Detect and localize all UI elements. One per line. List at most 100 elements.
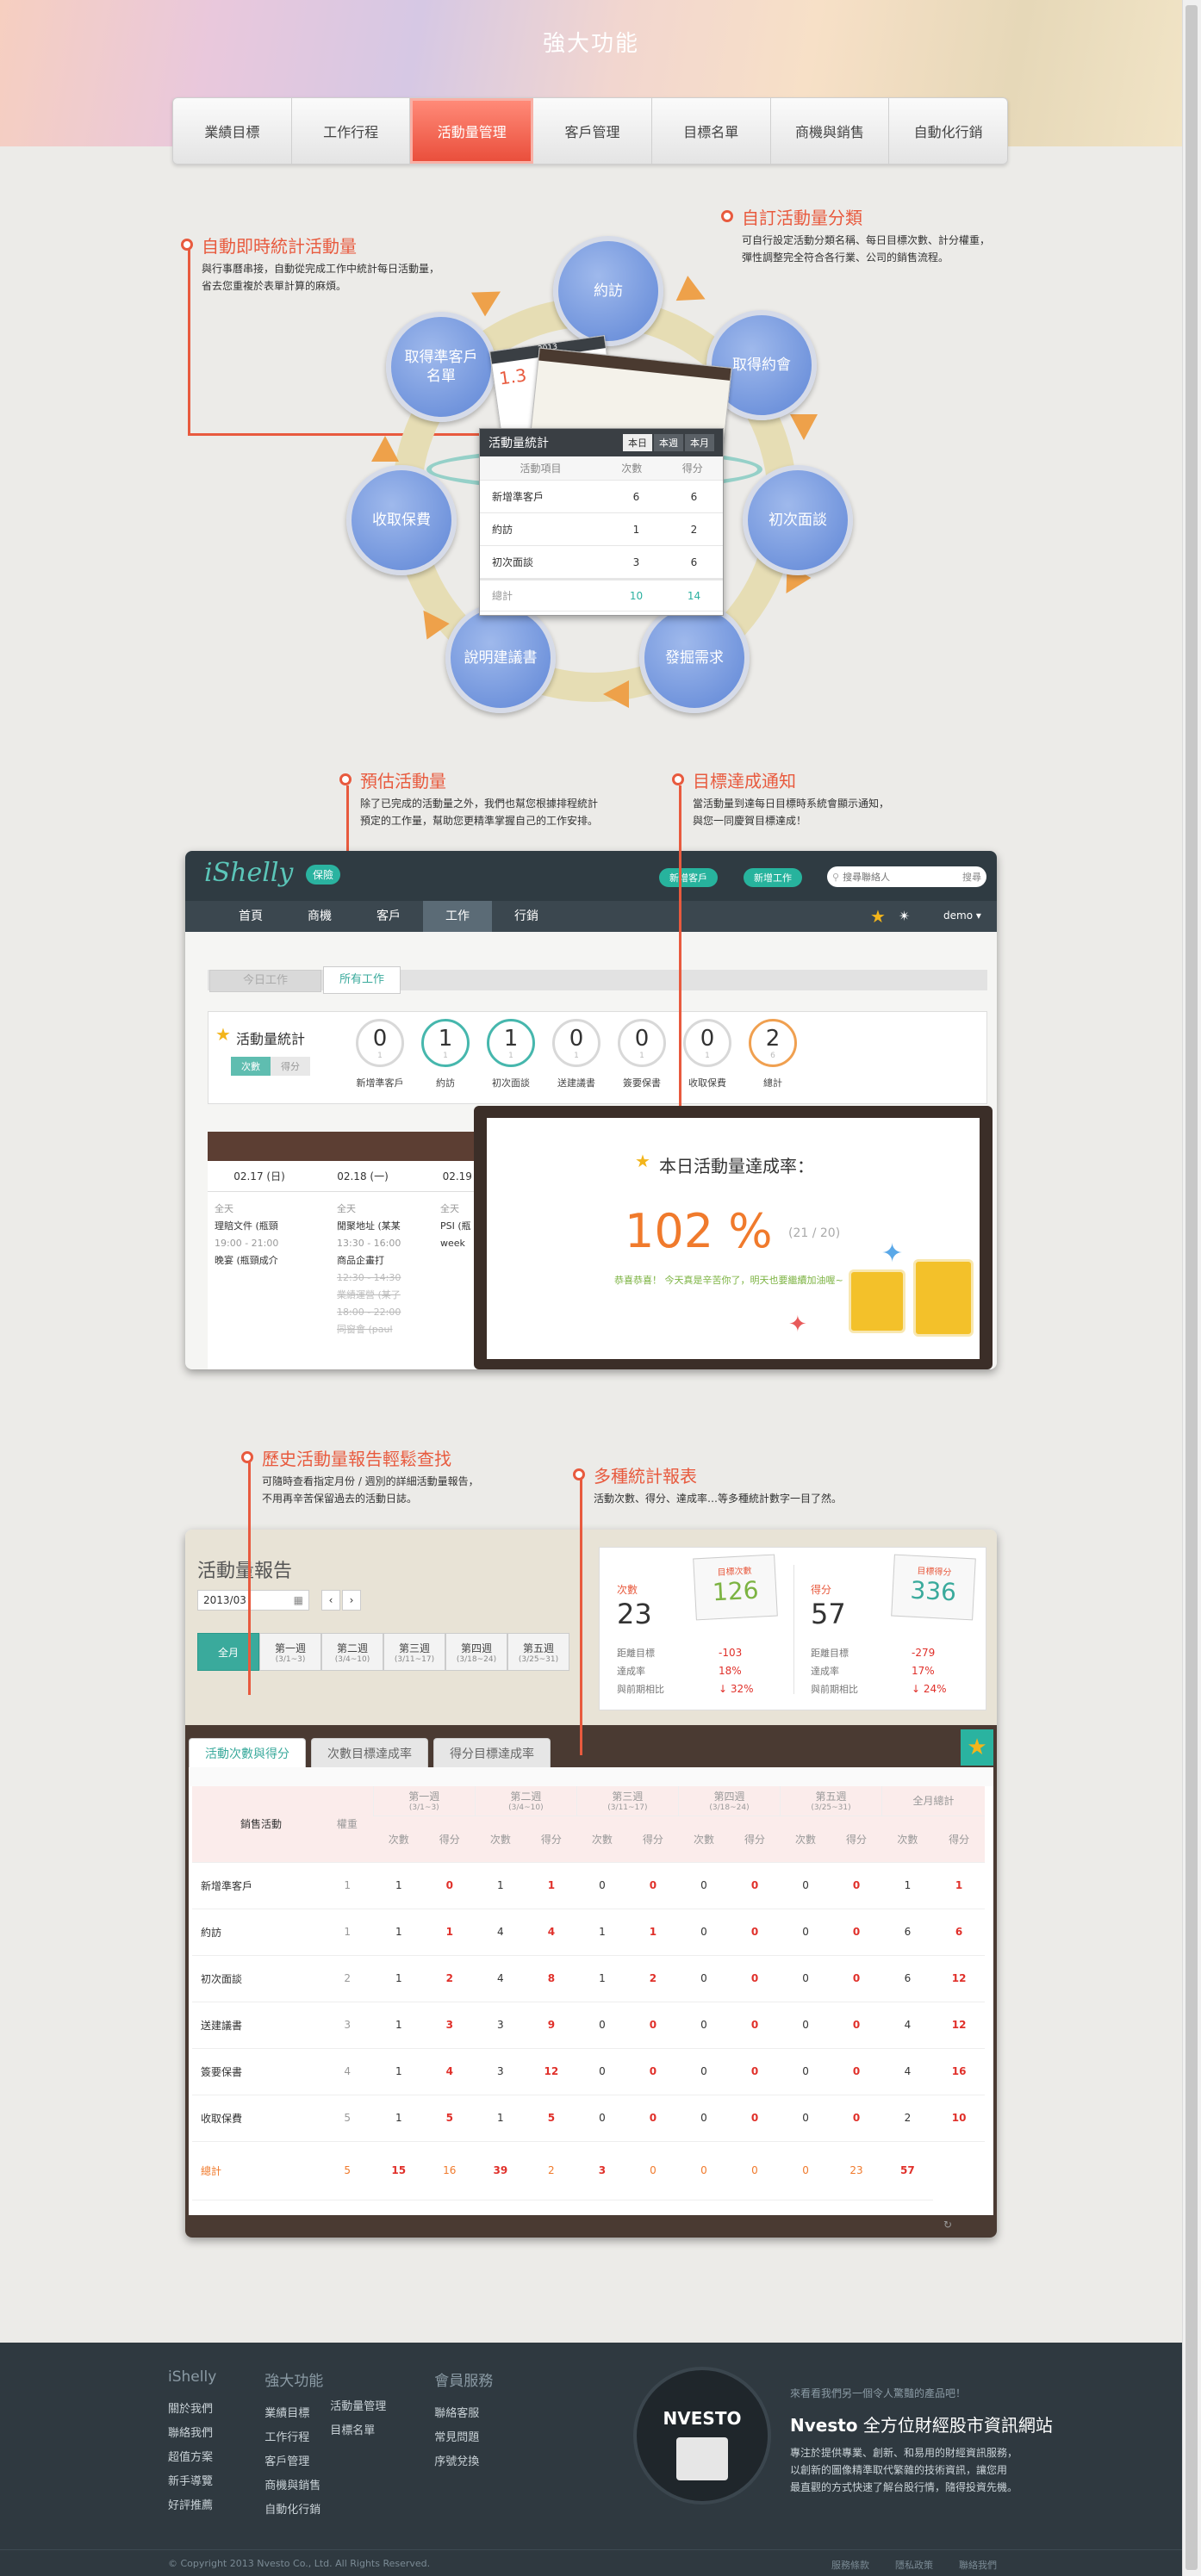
callout-dot bbox=[672, 773, 684, 785]
nav-item-3[interactable]: 工作 bbox=[423, 901, 492, 932]
sparkle-icon: ✦ bbox=[788, 1312, 807, 1338]
link-terms[interactable]: 服務條款 bbox=[831, 2558, 869, 2572]
activity-counter: 0 1 收取保費 bbox=[682, 1019, 732, 1089]
arrow-icon bbox=[371, 436, 399, 462]
tab-count-score[interactable]: 活動次數與得分 bbox=[189, 1738, 306, 1767]
tab-0[interactable]: 業績目標 bbox=[173, 98, 292, 164]
scrollbar-thumb[interactable] bbox=[1185, 5, 1198, 2570]
tab-score-rate[interactable]: 得分目標達成率 bbox=[433, 1738, 551, 1767]
section1-right-title: 自訂活動量分類 bbox=[742, 208, 862, 228]
search-button[interactable]: 搜尋 bbox=[962, 870, 981, 884]
footer-link[interactable]: 商機與銷售 bbox=[264, 2474, 323, 2498]
toggle-count[interactable]: 次數 bbox=[231, 1057, 271, 1076]
callout-dot bbox=[721, 210, 733, 222]
panel-total-row: 總計 10 14 bbox=[480, 579, 723, 611]
achievement-rate: 102 % bbox=[625, 1204, 773, 1258]
nav-item-4[interactable]: 行銷 bbox=[492, 901, 561, 932]
footer-link[interactable]: 好評推薦 bbox=[168, 2494, 216, 2518]
footer-link[interactable]: 工作行程 bbox=[264, 2426, 323, 2450]
section2-right-text: 當活動量到達每日目標時系統會顯示通知， 與您一同慶賀目標達成！ bbox=[693, 798, 890, 827]
footer-link[interactable]: 活動量管理 bbox=[330, 2395, 386, 2419]
star-badge: ★ bbox=[961, 1729, 993, 1766]
link-privacy[interactable]: 隱私政策 bbox=[895, 2558, 933, 2572]
arrow-icon bbox=[675, 276, 712, 312]
phone-screenshot bbox=[676, 2437, 728, 2480]
footer-link[interactable]: 客戶管理 bbox=[264, 2450, 323, 2474]
tab-6[interactable]: 自動化行銷 bbox=[889, 98, 1007, 164]
footer-col: 會員服務 聯絡客服 常見問題 序號兌換 bbox=[434, 2368, 493, 2523]
tab-count-rate[interactable]: 次數目標達成率 bbox=[311, 1738, 428, 1767]
activity-counter: 2 6 總計 bbox=[748, 1019, 798, 1089]
arrow-icon bbox=[790, 414, 818, 440]
tab-4[interactable]: 目標名單 bbox=[652, 98, 771, 164]
tab-3[interactable]: 客戶管理 bbox=[533, 98, 652, 164]
week-button-5[interactable]: 第五週 (3/25~31) bbox=[507, 1633, 569, 1671]
section1-left-title: 自動即時統計活動量 bbox=[202, 236, 357, 257]
section3-left-text: 可隨時查看指定月份 / 週別的詳細活動量報告， 不用再辛苦保留過去的活動日誌。 bbox=[262, 1475, 479, 1505]
week-button-4[interactable]: 第四週 (3/18~24) bbox=[445, 1633, 507, 1671]
refresh-icon[interactable]: ↻ bbox=[943, 2219, 952, 2231]
user-menu[interactable]: demo ▾ bbox=[943, 909, 981, 922]
sparkle-icon: ✦ bbox=[881, 1238, 904, 1269]
star-icon[interactable]: ★ bbox=[870, 906, 886, 927]
toggle-month[interactable]: 本月 bbox=[685, 434, 714, 451]
table-total-row: 總計 5 15 16 39 2 3 0 0 0 0 23 57 bbox=[192, 2141, 985, 2200]
app-logo[interactable]: iShelly bbox=[204, 858, 293, 888]
cycle-node-appointment-call: 約訪 bbox=[553, 236, 663, 346]
tab-1[interactable]: 工作行程 bbox=[292, 98, 411, 164]
panel-row: 新增準客戶 6 6 bbox=[480, 481, 723, 513]
callout-dot bbox=[241, 1451, 253, 1463]
footer-link[interactable]: 超值方案 bbox=[168, 2446, 216, 2470]
nav-item-2[interactable]: 客戶 bbox=[354, 901, 423, 932]
col-weight: 權重 bbox=[321, 1786, 374, 1863]
promo-title: Nvesto 全方位財經股市資訊網站 bbox=[790, 2415, 1053, 2436]
cycle-node-first-meeting: 初次面談 bbox=[743, 465, 853, 575]
footer-link[interactable]: 關於我們 bbox=[168, 2398, 216, 2422]
section3-right-text: 活動次數、得分、達成率…等多種統計數字一目了然。 bbox=[594, 1493, 843, 1505]
next-button[interactable]: › bbox=[342, 1590, 361, 1611]
beer-mug-icon bbox=[913, 1259, 974, 1337]
link-contact[interactable]: 聯絡我們 bbox=[959, 2558, 997, 2572]
footer-link[interactable]: 聯絡客服 bbox=[434, 2402, 493, 2426]
footer-link[interactable]: 常見問題 bbox=[434, 2426, 493, 2450]
tab-all-work[interactable]: 所有工作 bbox=[323, 966, 401, 994]
add-client-button[interactable]: 新增客戶 bbox=[659, 868, 718, 887]
panel-row: 約訪 1 2 bbox=[480, 513, 723, 546]
table-row: 新增準客戶 1 1 0 1 1 0 0 0 0 0 0 1 1 bbox=[192, 1862, 985, 1909]
arrow-icon bbox=[471, 279, 507, 317]
nav-item-1[interactable]: 商機 bbox=[285, 901, 354, 932]
toggle-week[interactable]: 本週 bbox=[654, 434, 683, 451]
add-work-button[interactable]: 新增工作 bbox=[744, 868, 802, 887]
total-count: 23 bbox=[617, 1598, 652, 1630]
footer-link[interactable]: 序號兌換 bbox=[434, 2450, 493, 2474]
prev-button[interactable]: ‹ bbox=[321, 1590, 340, 1611]
search-input[interactable] bbox=[843, 871, 938, 883]
cycle-node-proposal: 說明建議書 bbox=[445, 603, 556, 713]
toggle-day[interactable]: 本日 bbox=[623, 434, 652, 451]
footer-link[interactable]: 自動化行銷 bbox=[264, 2498, 323, 2523]
callout-dot bbox=[573, 1468, 585, 1480]
footer-link[interactable]: 聯絡我們 bbox=[168, 2422, 216, 2446]
nav-item-0[interactable]: 首頁 bbox=[216, 901, 285, 932]
star-icon: ★ bbox=[215, 1024, 231, 1045]
hero-title: 強大功能 bbox=[542, 31, 639, 57]
tab-today-work[interactable]: 今日工作 bbox=[209, 970, 321, 992]
footprint-icon[interactable]: ✴ bbox=[899, 908, 910, 924]
footer-link[interactable]: 新手導覽 bbox=[168, 2470, 216, 2494]
week-button-3[interactable]: 第三週 (3/11~17) bbox=[383, 1633, 445, 1671]
copyright: © Copyright 2013 Nvesto Co., Ltd. All Ri… bbox=[168, 2558, 431, 2569]
footer-link[interactable]: 目標名單 bbox=[330, 2419, 386, 2443]
report-title: 活動量報告 bbox=[197, 1561, 293, 1582]
tab-5[interactable]: 商機與銷售 bbox=[771, 98, 890, 164]
month-picker[interactable]: 2013/03 ▦ bbox=[197, 1590, 309, 1611]
toggle-score[interactable]: 得分 bbox=[271, 1057, 310, 1076]
star-icon: ★ bbox=[635, 1151, 650, 1171]
tab-2[interactable]: 活動量管理 bbox=[410, 98, 534, 164]
app-nav: 首頁 商機 客戶 工作 行銷 ★ ✴ demo ▾ bbox=[185, 901, 997, 932]
table-row: 簽要保書 4 1 4 3 12 0 0 0 0 0 0 4 16 bbox=[192, 2048, 985, 2095]
footer-link[interactable]: 業績目標 bbox=[264, 2402, 323, 2426]
counter-label: 初次面談 bbox=[492, 1077, 530, 1089]
week-button-1[interactable]: 第一週 (3/1~3) bbox=[259, 1633, 321, 1671]
week-button-2[interactable]: 第二週 (3/4~10) bbox=[321, 1633, 383, 1671]
nvesto-logo: NVESTO bbox=[633, 2367, 771, 2505]
